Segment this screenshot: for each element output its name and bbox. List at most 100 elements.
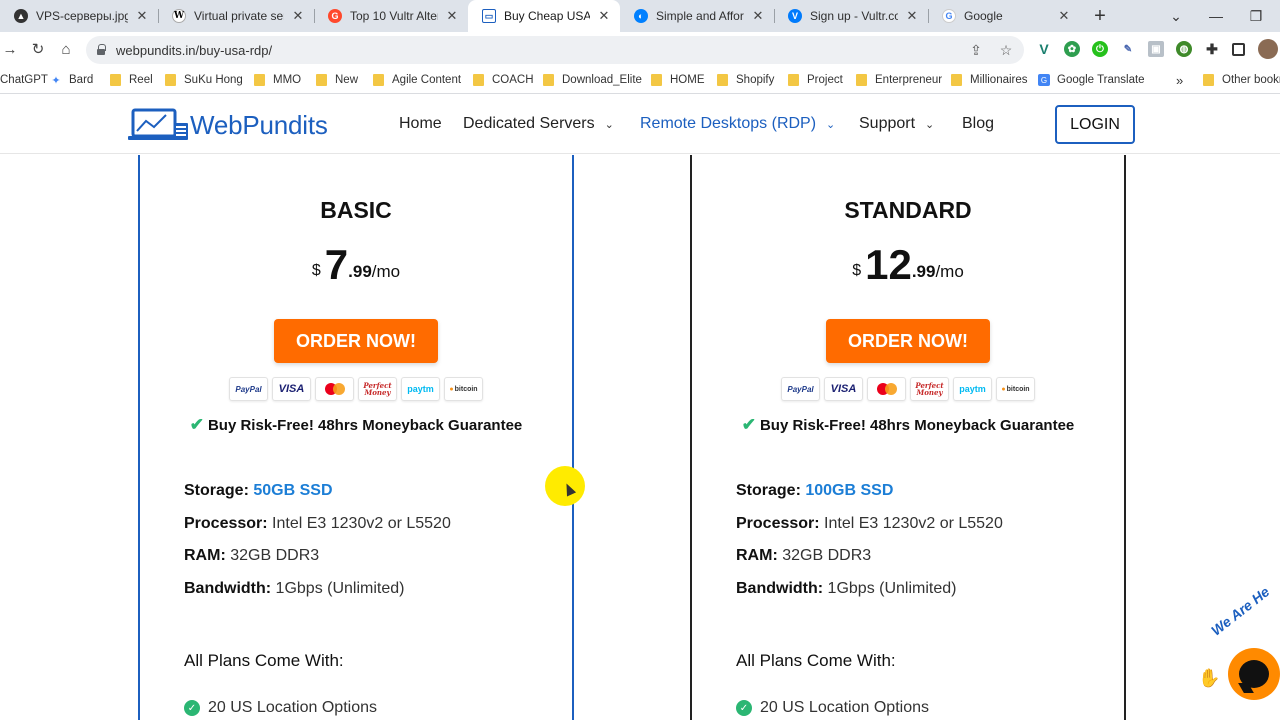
bookmark-shopify[interactable]: Shopify [717,72,774,88]
side-panel-icon[interactable] [1232,43,1245,56]
bookmark-home[interactable]: HOME [651,72,705,88]
home-icon[interactable]: ⌂ [56,39,76,59]
plan-specs: Storage: 50GB SSD Processor: Intel E3 12… [184,482,451,612]
extension-v-icon[interactable]: V [1036,41,1052,57]
spec-bandwidth: Bandwidth: 1Gbps (Unlimited) [184,579,405,597]
extensions-puzzle-icon[interactable]: ✚ [1204,41,1220,57]
close-icon[interactable]: ✕ [904,8,920,24]
bookmark-mmo[interactable]: MMO [254,72,301,88]
spec-ram: RAM: 32GB DDR3 [184,547,320,564]
paypal-icon: PayPal [229,377,268,401]
bookmark-download-elite[interactable]: Download_Elite [543,72,642,88]
other-bookmarks[interactable]: Other bookm [1203,72,1280,88]
login-button[interactable]: LOGIN [1055,105,1135,144]
bookmark-chatgpt[interactable]: ChatGPT [0,72,48,88]
nav-dedicated-servers[interactable]: Dedicated Servers ⌄ [463,115,614,133]
browser-tab-3[interactable]: G Top 10 Vultr Alternat ✕ [314,0,468,32]
close-icon[interactable]: ✕ [290,8,306,24]
address-bar[interactable]: webpundits.in/buy-usa-rdp/ ⇪ ☆ [86,36,1024,64]
folder-icon [951,74,962,86]
restore-icon[interactable]: ❐ [1236,0,1276,32]
reload-icon[interactable]: ↻ [28,39,48,59]
nav-home[interactable]: Home [399,115,442,133]
extension-power-icon[interactable]: ⏻ [1092,41,1108,57]
wikipedia-icon: W [172,9,186,23]
browser-tab-6[interactable]: V Sign up - Vultr.com ✕ [774,0,928,32]
close-icon[interactable]: ✕ [596,8,612,24]
bookmark-new[interactable]: New [316,72,358,88]
translate-icon: G [1038,74,1050,86]
moneyback-guarantee: ✔ Buy Risk-Free! 48hrs Moneyback Guarante… [741,415,1075,434]
bookmark-bard[interactable]: ✦ Bard [50,72,93,88]
visa-icon: VISA [824,377,863,401]
close-icon[interactable]: ✕ [750,8,766,24]
new-tab-button[interactable]: + [1088,4,1112,28]
tab-search-icon[interactable]: ⌄ [1156,0,1196,32]
plan-price: $7.99/mo [311,241,401,288]
checkmark-icon: ✔ [189,415,204,434]
bookmark-enterpreneur[interactable]: Enterpreneur [856,72,942,88]
folder-icon [717,74,728,86]
chevron-down-icon: ⌄ [925,118,935,131]
bookmarks-overflow-button[interactable]: » [1176,72,1183,88]
chevron-down-icon: ⌄ [604,118,614,131]
plan-name: STANDARD [844,197,972,223]
vultr-icon: V [788,9,802,23]
perfect-money-icon: Perfect Money [910,377,949,401]
url-text[interactable]: webpundits.in/buy-usa-rdp/ [116,43,964,58]
bookmark-suku-hong[interactable]: SuKu Hong [165,72,243,88]
browser-toolbar: → ↻ ⌂ webpundits.in/buy-usa-rdp/ ⇪ ☆ V ✿… [0,32,1280,66]
chat-widget[interactable]: We Are He ✋ [1196,583,1280,720]
folder-icon [316,74,327,86]
forward-icon[interactable]: → [0,39,20,59]
bookmark-google-translate[interactable]: G Google Translate [1038,72,1145,88]
browser-tab-bar: ▲ VPS-серверы.jpg (10 ✕ W Virtual privat… [0,0,1280,32]
folder-icon [165,74,176,86]
folder-icon [543,74,554,86]
folder-icon [788,74,799,86]
close-icon[interactable]: ✕ [444,8,460,24]
nav-remote-desktops[interactable]: Remote Desktops (RDP) ⌄ [640,115,835,133]
extension-globe-icon[interactable]: ◍ [1176,41,1192,57]
bitcoin-icon: ● bitcoin [444,377,483,401]
bookmark-millionaires[interactable]: Millionaires [951,72,1028,88]
all-plans-title: All Plans Come With: [736,651,896,670]
mastercard-icon [315,377,354,401]
close-icon[interactable]: ✕ [1056,8,1072,24]
nav-blog[interactable]: Blog [962,115,994,133]
bookmark-coach[interactable]: COACH [473,72,534,88]
chat-bubble-icon[interactable] [1228,648,1280,700]
spec-processor: Processor: Intel E3 1230v2 or L5520 [184,514,451,532]
extension-pin-icon[interactable]: ✎ [1120,41,1136,57]
waving-hand-icon: ✋ [1198,668,1221,688]
chevron-down-icon: ⌄ [826,118,836,131]
plan-specs: Storage: 100GB SSD Processor: Intel E3 1… [736,482,1003,612]
nav-support[interactable]: Support ⌄ [859,115,934,133]
lock-icon[interactable] [96,44,106,56]
close-icon[interactable]: ✕ [134,8,150,24]
payment-methods: PayPal VISA Perfect Money paytm ● bitcoin [140,377,572,401]
bookmark-reel[interactable]: Reel [110,72,153,88]
bookmark-star-icon[interactable]: ☆ [994,38,1018,62]
site-logo[interactable]: WebPundits [128,107,328,143]
folder-icon [1203,74,1214,86]
browser-tab-5[interactable]: ◐ Simple and Affordab ✕ [620,0,774,32]
profile-avatar[interactable] [1258,39,1278,59]
order-now-button[interactable]: ORDER NOW! [826,319,990,363]
payment-methods: PayPal VISA Perfect Money paytm ● bitcoin [692,377,1124,401]
browser-tab-7[interactable]: G Google ✕ [928,0,1080,32]
browser-tab-1[interactable]: ▲ VPS-серверы.jpg (10 ✕ [0,0,158,32]
browser-tab-4-active[interactable]: ▭ Buy Cheap USA RDP ✕ [468,0,620,32]
check-circle-icon: ✓ [736,700,752,716]
share-icon[interactable]: ⇪ [964,38,988,62]
extension-leaf-icon[interactable]: ✿ [1064,41,1080,57]
bookmark-project[interactable]: Project [788,72,843,88]
plan-card-standard: STANDARD $12.99/mo ORDER NOW! PayPal VIS… [690,155,1126,720]
order-now-button[interactable]: ORDER NOW! [274,319,438,363]
browser-tab-2[interactable]: W Virtual private server ✕ [158,0,314,32]
mastercard-icon [867,377,906,401]
paypal-icon: PayPal [781,377,820,401]
bookmark-agile-content[interactable]: Agile Content [373,72,461,88]
minimize-icon[interactable]: — [1196,0,1236,32]
extension-image-icon[interactable]: ▣ [1148,41,1164,57]
